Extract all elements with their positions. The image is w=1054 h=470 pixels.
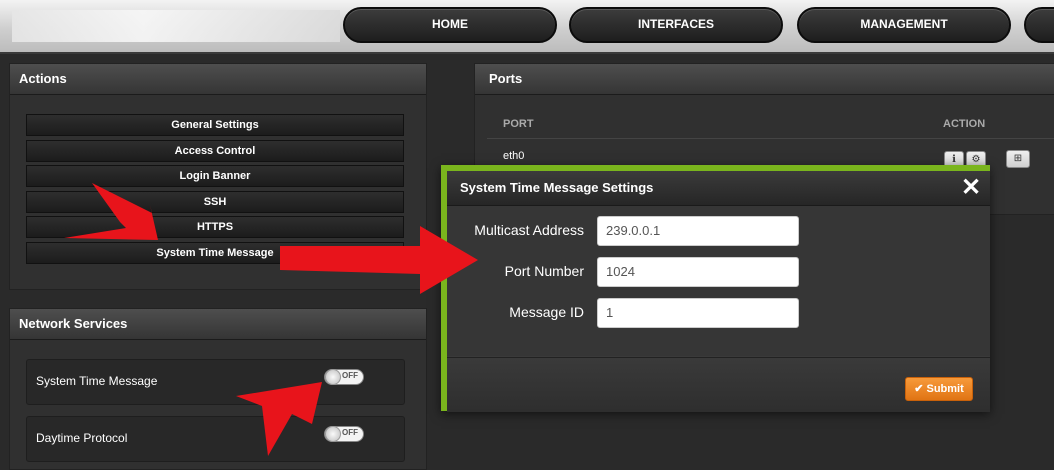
message-id-input[interactable]: 1 (597, 298, 799, 328)
top-navigation-bar: HOME INTERFACES MANAGEMENT (0, 0, 1054, 54)
nav-more-button[interactable] (1024, 7, 1054, 43)
nav-interfaces-button[interactable]: INTERFACES (569, 7, 783, 43)
actions-panel: Actions General Settings Access Control … (9, 63, 427, 290)
access-control-button[interactable]: Access Control (26, 140, 404, 162)
service-row-system-time-message: System Time Message OFF (26, 359, 405, 405)
nav-management-label: MANAGEMENT (860, 17, 948, 31)
modal-body: Multicast Address 239.0.0.1 Port Number … (447, 206, 990, 356)
port-eth0: eth0 (503, 150, 525, 162)
toggle-state: OFF (342, 371, 358, 380)
modal-title: System Time Message Settings (460, 180, 654, 195)
service-label: Daytime Protocol (36, 431, 128, 445)
modal-footer: ✔ Submit (447, 357, 990, 412)
nav-home-button[interactable]: HOME (343, 7, 557, 43)
submit-button[interactable]: ✔ Submit (905, 377, 973, 401)
toggle-knob (325, 426, 341, 442)
ssh-button[interactable]: SSH (26, 191, 404, 213)
toggle-state: OFF (342, 428, 358, 437)
grid-icon[interactable]: ⊞ (1006, 150, 1030, 168)
nav-home-label: HOME (432, 17, 468, 31)
system-time-message-toggle[interactable]: OFF (324, 369, 364, 385)
service-row-daytime-protocol: Daytime Protocol OFF (26, 416, 405, 462)
close-icon[interactable]: ✕ (961, 173, 981, 202)
modal-header: System Time Message Settings ✕ (447, 171, 990, 206)
nav-interfaces-label: INTERFACES (637, 17, 714, 31)
login-banner-button[interactable]: Login Banner (26, 165, 404, 187)
table-divider (487, 138, 1054, 139)
system-time-message-button[interactable]: System Time Message (26, 242, 404, 264)
system-time-message-settings-modal: System Time Message Settings ✕ Multicast… (441, 165, 990, 412)
toggle-knob (325, 369, 341, 385)
general-settings-button[interactable]: General Settings (26, 114, 404, 136)
multicast-address-label: Multicast Address (474, 222, 584, 238)
port-number-label: Port Number (504, 263, 584, 279)
https-button[interactable]: HTTPS (26, 216, 404, 238)
logo-area (12, 10, 340, 42)
actions-panel-title: Actions (10, 64, 426, 95)
network-services-panel: Network Services System Time Message OFF… (9, 308, 427, 470)
action-column-header: ACTION (943, 118, 986, 130)
port-number-input[interactable]: 1024 (597, 257, 799, 287)
nav-management-button[interactable]: MANAGEMENT (797, 7, 1011, 43)
check-icon: ✔ (914, 383, 924, 395)
daytime-protocol-toggle[interactable]: OFF (324, 426, 364, 442)
network-services-title: Network Services (10, 309, 426, 340)
multicast-address-input[interactable]: 239.0.0.1 (597, 216, 799, 246)
ports-panel-title: Ports (475, 64, 1054, 95)
message-id-label: Message ID (509, 304, 584, 320)
service-label: System Time Message (36, 374, 158, 388)
submit-label: Submit (926, 383, 964, 395)
